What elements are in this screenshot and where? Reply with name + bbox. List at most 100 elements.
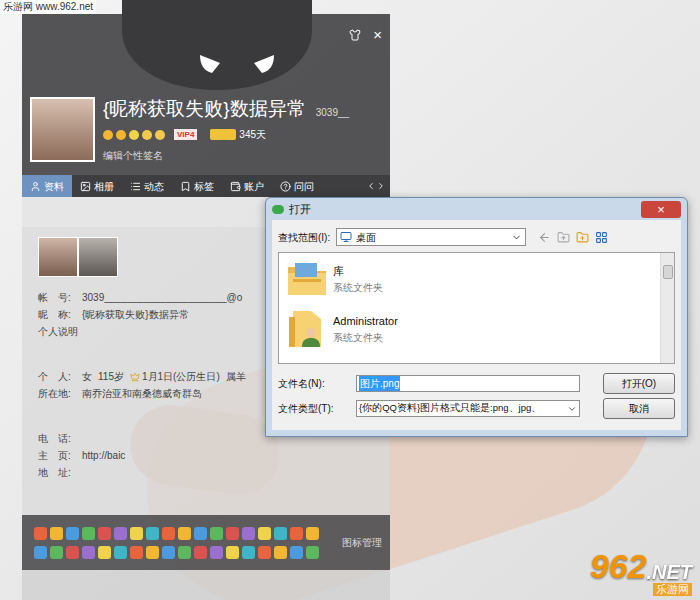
service-icon[interactable] <box>34 527 47 540</box>
file-type-label: 文件类型(T): <box>278 401 356 416</box>
service-icon[interactable] <box>82 527 95 540</box>
tab[interactable]: 相册 <box>72 175 122 197</box>
app-icon <box>272 205 284 214</box>
service-icon[interactable] <box>162 527 175 540</box>
photo-thumb[interactable] <box>38 237 78 277</box>
field-label: 个人说明 <box>38 324 82 339</box>
service-icon[interactable] <box>242 527 255 540</box>
service-icon[interactable] <box>210 527 223 540</box>
days: 345天 <box>239 127 266 142</box>
service-icon[interactable] <box>98 546 111 559</box>
new-folder-icon[interactable] <box>576 231 589 244</box>
level-icon <box>103 130 113 140</box>
service-icon[interactable] <box>50 527 63 540</box>
service-icon[interactable] <box>258 546 271 559</box>
scroll-right-icon[interactable] <box>376 181 386 191</box>
service-icon[interactable] <box>98 527 111 540</box>
field-value: 3039______________________@o <box>82 290 242 305</box>
icon-bar: 图标管理 <box>22 515 390 570</box>
signature[interactable]: 编辑个性签名 <box>103 148 349 163</box>
tab-icon <box>80 181 91 192</box>
avatar[interactable] <box>30 97 95 162</box>
file-item[interactable]: Administrator系统文件夹 <box>285 309 660 349</box>
library-folder-icon <box>285 259 329 299</box>
service-icon[interactable] <box>194 546 207 559</box>
scrollbar[interactable] <box>660 253 674 363</box>
level-icon <box>142 130 152 140</box>
service-icon[interactable] <box>130 546 143 559</box>
service-icon[interactable] <box>178 546 191 559</box>
level-icon <box>129 130 139 140</box>
dialog-title-bar: 打开× <box>266 198 687 220</box>
file-list: 库系统文件夹 Administrator系统文件夹 <box>278 252 675 364</box>
scroll-left-icon[interactable] <box>366 181 376 191</box>
service-icon[interactable] <box>114 527 127 540</box>
service-icon[interactable] <box>66 546 79 559</box>
service-icon[interactable] <box>290 546 303 559</box>
tab[interactable]: 账户 <box>222 175 272 197</box>
tab[interactable]: 问问 <box>272 175 322 197</box>
tab[interactable]: 资料 <box>22 175 72 197</box>
user-folder-icon <box>285 309 329 349</box>
service-icon[interactable] <box>274 527 287 540</box>
service-icon[interactable] <box>306 527 319 540</box>
profile-footer <box>22 570 390 600</box>
cancel-button[interactable]: 取消 <box>603 398 675 419</box>
photo-thumb[interactable] <box>78 237 118 277</box>
service-icon[interactable] <box>258 527 271 540</box>
field-value: http://baic <box>82 448 125 463</box>
icon-manage-link[interactable]: 图标管理 <box>342 535 382 550</box>
view-menu-icon[interactable] <box>595 231 608 244</box>
file-item[interactable]: 库系统文件夹 <box>285 259 660 299</box>
service-icon[interactable] <box>34 546 47 559</box>
field-label: 电 话: <box>38 431 82 446</box>
dropdown-icon <box>511 232 522 243</box>
service-icon[interactable] <box>146 527 159 540</box>
tab[interactable]: 动态 <box>122 175 172 197</box>
field-value: 1月1日(公历生日) <box>130 369 220 384</box>
file-type: 系统文件夹 <box>333 330 398 345</box>
service-icon[interactable] <box>306 546 319 559</box>
up-folder-icon[interactable] <box>557 231 570 244</box>
service-icon[interactable] <box>194 527 207 540</box>
nickname: {昵称获取失败}数据异常 <box>103 97 306 121</box>
file-type-select[interactable]: {你的QQ资料}图片格式只能是:png、jpg、 <box>356 400 580 417</box>
dialog-close-button[interactable]: × <box>641 201 681 218</box>
open-button[interactable]: 打开(O) <box>603 373 675 394</box>
profile-field: 主 页:http://baic <box>38 447 374 464</box>
back-icon[interactable] <box>538 231 551 244</box>
service-icon[interactable] <box>290 527 303 540</box>
service-icon[interactable] <box>82 546 95 559</box>
service-icon[interactable] <box>178 527 191 540</box>
look-in-select[interactable]: 桌面 <box>336 228 526 246</box>
scroll-thumb[interactable] <box>663 265 673 279</box>
face-decoration-icon <box>122 0 312 95</box>
field-value: 南乔治亚和南桑德威奇群岛 <box>82 386 202 401</box>
close-button[interactable]: × <box>373 28 382 42</box>
skin-icon[interactable] <box>349 29 361 41</box>
field-label: 帐 号: <box>38 290 82 305</box>
tab-icon <box>280 181 291 192</box>
field-label: 主 页: <box>38 448 82 463</box>
service-icon[interactable] <box>210 546 223 559</box>
watermark: 乐游网 www.962.net <box>0 0 96 14</box>
service-icon[interactable] <box>130 527 143 540</box>
profile-field: 地 址: <box>38 464 374 481</box>
service-icon[interactable] <box>66 527 79 540</box>
look-in-label: 查找范围(I): <box>278 230 330 245</box>
tab-icon <box>180 181 191 192</box>
service-icon[interactable] <box>242 546 255 559</box>
profile-header: ×{昵称获取失败}数据异常3039__VIP4345天编辑个性签名 <box>22 14 390 175</box>
file-name-input[interactable]: 图片.png <box>356 375 580 392</box>
service-icon[interactable] <box>114 546 127 559</box>
service-icon[interactable] <box>146 546 159 559</box>
service-icon[interactable] <box>50 546 63 559</box>
service-icon[interactable] <box>274 546 287 559</box>
service-icon[interactable] <box>226 546 239 559</box>
file-type: 系统文件夹 <box>333 280 383 295</box>
open-dialog: 打开×查找范围(I):桌面库系统文件夹Administrator系统文件夹文件名… <box>265 197 688 437</box>
dropdown-icon <box>567 404 577 414</box>
service-icon[interactable] <box>162 546 175 559</box>
tab[interactable]: 标签 <box>172 175 222 197</box>
service-icon[interactable] <box>226 527 239 540</box>
